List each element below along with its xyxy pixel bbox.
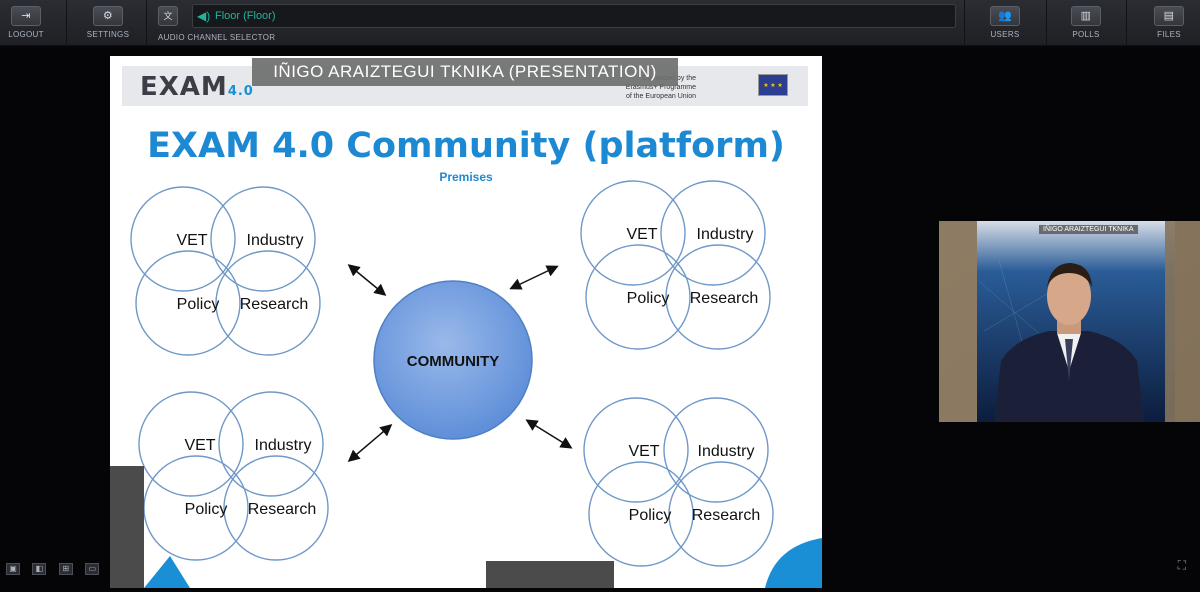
community-label: COMMUNITY — [407, 353, 500, 370]
polls-button[interactable]: ▥ POLLS — [1056, 0, 1116, 46]
layout-icon[interactable]: ◧ — [32, 563, 47, 575]
arrow-bottom-left — [347, 424, 393, 462]
research-label: Research — [692, 507, 760, 524]
users-button[interactable]: 👥 USERS — [974, 0, 1036, 46]
logout-button[interactable]: ⇥ LOGOUT — [0, 0, 52, 46]
logout-icon: ⇥ — [11, 6, 41, 26]
research-label: Research — [690, 290, 758, 307]
venn-group-2: VET Industry Policy Research — [580, 180, 771, 350]
files-label: FILES — [1157, 30, 1181, 39]
vet-label: VET — [176, 232, 207, 249]
language-icon: 文 — [158, 6, 178, 26]
vet-label: VET — [184, 437, 215, 454]
slide-decoration-bottom — [486, 561, 614, 588]
settings-button[interactable]: ⚙ SETTINGS — [80, 0, 136, 46]
layout-icon[interactable]: ▣ — [6, 563, 20, 575]
industry-label: Industry — [698, 443, 755, 460]
audio-channel-dropdown[interactable]: ◀) Floor (Floor) — [192, 4, 956, 28]
speaker-icon: ◀) — [197, 9, 211, 23]
policy-label: Policy — [627, 290, 670, 307]
industry-label: Industry — [247, 232, 304, 249]
logout-label: LOGOUT — [8, 30, 44, 39]
research-label: Research — [240, 296, 308, 313]
webcam-video[interactable]: IÑIGO ARAIZTEGUI TKNIKA — [939, 221, 1200, 422]
arrow-bottom-right — [525, 419, 573, 449]
audio-channel-value: Floor (Floor) — [215, 10, 276, 22]
grid-icon[interactable]: ⊞ — [58, 563, 73, 575]
vet-label: VET — [626, 226, 657, 243]
polls-icon: ▥ — [1071, 6, 1101, 26]
industry-label: Industry — [255, 437, 312, 454]
settings-label: SETTINGS — [86, 30, 130, 39]
industry-label: Industry — [697, 226, 754, 243]
webcam-name-tag: IÑIGO ARAIZTEGUI TKNIKA — [1039, 225, 1138, 234]
gear-icon: ⚙ — [93, 6, 123, 26]
policy-label: Policy — [185, 501, 228, 518]
policy-label: Policy — [177, 296, 220, 313]
layout-tools: ▣ ◧ ⊞ ▭ — [6, 558, 107, 576]
venn-group-1: VET Industry Policy Research — [130, 186, 321, 356]
arrow-top-left — [347, 264, 387, 296]
users-icon: 👥 — [990, 6, 1020, 26]
files-button[interactable]: ▤ FILES — [1138, 0, 1200, 46]
audio-selector-label: AUDIO CHANNEL SELECTOR — [158, 33, 276, 42]
vet-label: VET — [628, 443, 659, 460]
users-label: USERS — [990, 30, 1020, 39]
venn-group-3: VET Industry Policy Research — [138, 391, 329, 561]
fullscreen-icon[interactable]: ⛶ — [1178, 558, 1186, 573]
polls-label: POLLS — [1072, 30, 1100, 39]
file-icon: ▤ — [1154, 6, 1184, 26]
presentation-slide: EXAM4.0 Co-funded by the Erasmus+ Progra… — [110, 56, 822, 588]
research-label: Research — [248, 501, 316, 518]
policy-label: Policy — [629, 507, 672, 524]
slide-decoration-blue-right — [765, 538, 822, 588]
presenter-video-frame — [939, 221, 1200, 422]
audio-channel-selector: 文 ◀) Floor (Floor) AUDIO CHANNEL SELECTO… — [150, 0, 958, 46]
slide-decoration-blue-left — [144, 556, 190, 588]
top-toolbar: ⇥ LOGOUT ⚙ SETTINGS 文 ◀) Floor (Floor) A… — [0, 0, 1200, 46]
venn-group-4: VET Industry Policy Research — [583, 397, 774, 567]
slide-decoration-left — [110, 466, 144, 588]
presenter-label: IÑIGO ARAIZTEGUI TKNIKA (PRESENTATION) — [252, 58, 678, 86]
arrow-top-right — [509, 265, 559, 290]
community-diagram: VET Industry Policy Research VET Industr… — [110, 180, 822, 588]
screen-icon[interactable]: ▭ — [85, 563, 100, 575]
